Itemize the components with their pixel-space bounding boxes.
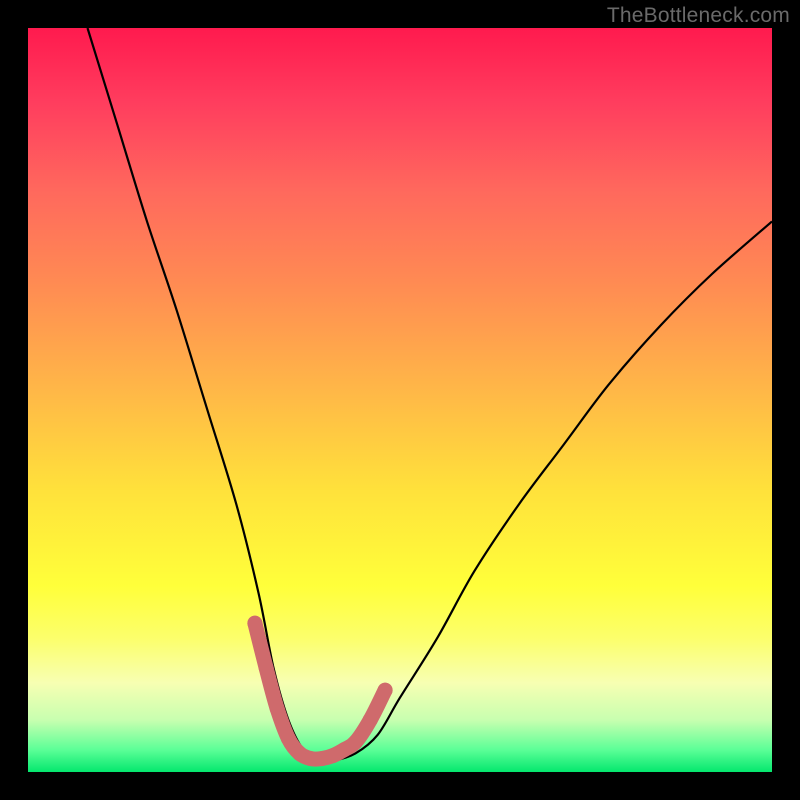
highlight-dot: [348, 735, 363, 750]
highlight-dot: [378, 683, 393, 698]
highlight-stroke: [255, 623, 385, 759]
highlight-dot: [363, 712, 378, 727]
chart-frame: TheBottleneck.com: [0, 0, 800, 800]
highlight-dot: [247, 616, 262, 631]
bottleneck-curve: [88, 28, 773, 762]
plot-area: [28, 28, 772, 772]
highlight-dot: [281, 731, 296, 746]
curve-svg: [28, 28, 772, 772]
attribution-text: TheBottleneck.com: [607, 4, 790, 28]
highlight-dot: [270, 701, 285, 716]
highlight-dot: [259, 660, 274, 675]
